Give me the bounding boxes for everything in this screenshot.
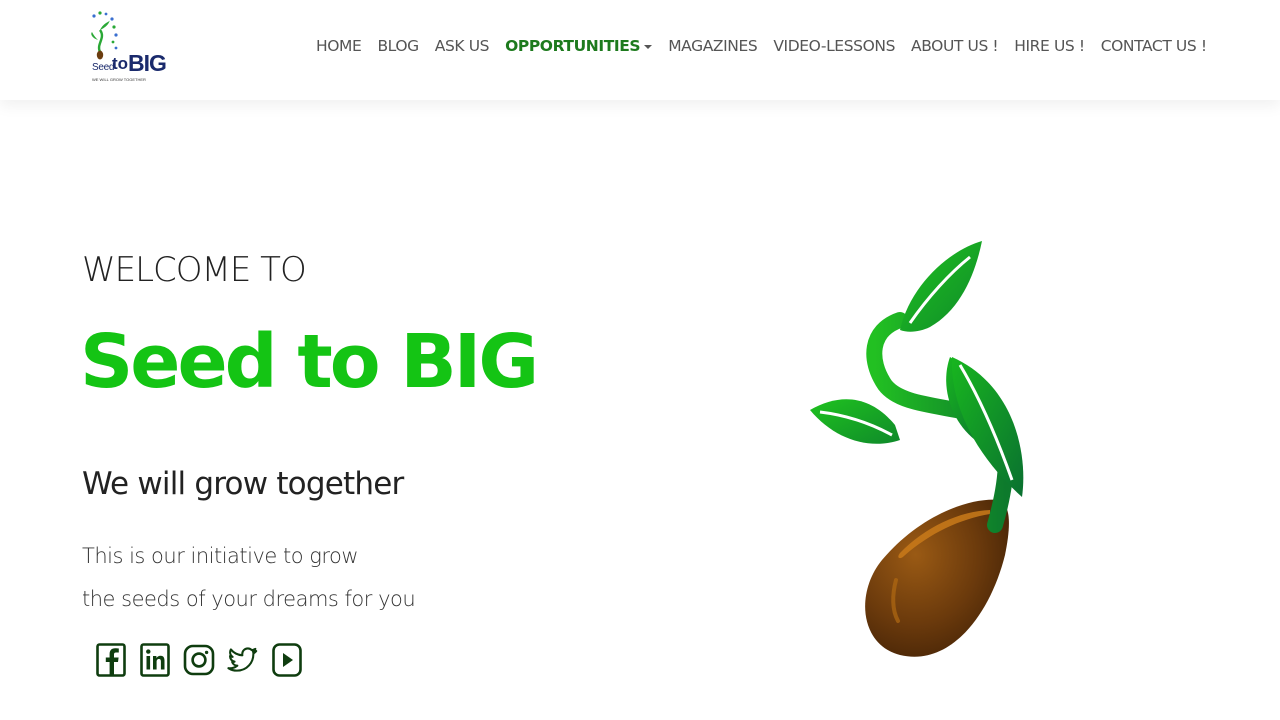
youtube-icon[interactable] xyxy=(271,641,303,679)
hero-text-line-1: This is our initiative to grow xyxy=(82,544,359,568)
nav-video-lessons[interactable]: VIDEO-LESSONS xyxy=(765,37,903,55)
linkedin-icon[interactable] xyxy=(139,641,171,679)
instagram-icon[interactable] xyxy=(183,641,215,679)
main-nav: HOME BLOG ASK US OPPORTUNITIES MAGAZINES… xyxy=(308,30,1215,62)
top-navbar: Seed to BIG WE WILL GROW TOGETHER HOME B… xyxy=(0,0,1280,100)
nav-hire-us[interactable]: HIRE US ! xyxy=(1006,37,1092,55)
nav-home[interactable]: HOME xyxy=(308,37,369,55)
sprout-illustration xyxy=(800,235,1040,665)
sprout-seed-icon xyxy=(810,241,1024,657)
nav-opportunities-dropdown[interactable]: OPPORTUNITIES xyxy=(497,37,660,55)
hero-welcome: WELCOME TO xyxy=(82,250,307,290)
logo-big-text: BIG xyxy=(128,50,167,76)
site-logo[interactable]: Seed to BIG WE WILL GROW TOGETHER xyxy=(86,10,167,86)
social-links xyxy=(95,641,303,679)
nav-magazines[interactable]: MAGAZINES xyxy=(660,37,765,55)
logo-tagline: WE WILL GROW TOGETHER xyxy=(92,77,146,82)
facebook-icon[interactable] xyxy=(95,641,127,679)
nav-blog[interactable]: BLOG xyxy=(369,37,426,55)
hero-subtitle: We will grow together xyxy=(82,466,404,502)
twitter-icon[interactable] xyxy=(227,641,259,679)
logo-to-text: to xyxy=(112,54,129,73)
nav-opportunities-label: OPPORTUNITIES xyxy=(505,37,641,55)
nav-about-us[interactable]: ABOUT US ! xyxy=(903,37,1006,55)
nav-contact-us[interactable]: CONTACT US ! xyxy=(1093,37,1215,55)
caret-down-icon xyxy=(644,45,653,49)
logo-seed-text: Seed xyxy=(92,62,115,73)
nav-ask-us[interactable]: ASK US xyxy=(427,37,497,55)
hero-text-line-2: the seeds of your dreams for you xyxy=(82,587,416,611)
hero-title: Seed to BIG xyxy=(80,319,539,405)
